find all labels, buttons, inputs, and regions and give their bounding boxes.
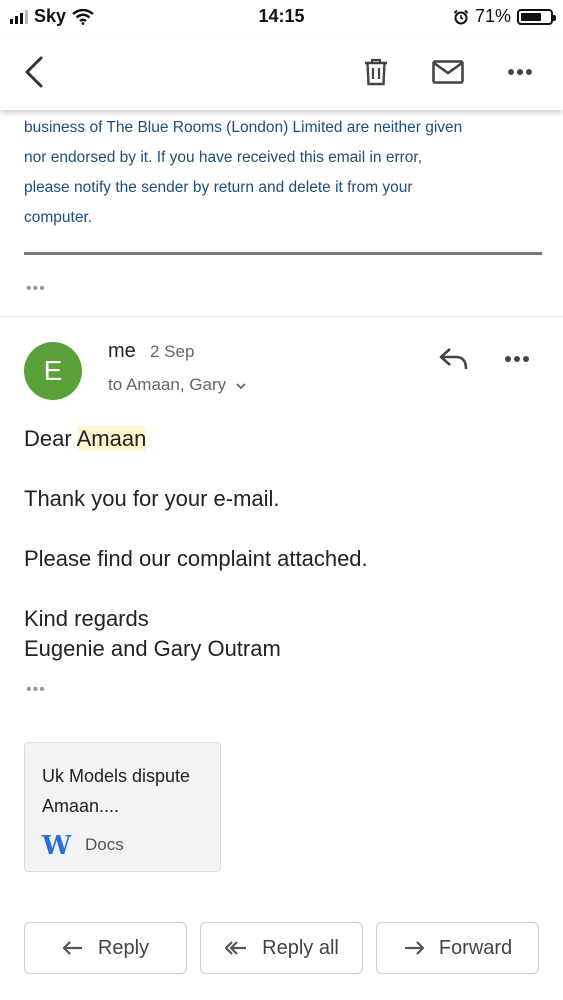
delete-button[interactable] bbox=[356, 52, 396, 92]
reply-icon bbox=[62, 941, 82, 955]
greeting-prefix: Dear bbox=[24, 426, 77, 451]
message-more-button[interactable] bbox=[504, 345, 540, 373]
reply-all-icon bbox=[225, 941, 247, 955]
battery-icon bbox=[517, 8, 556, 25]
message-separator bbox=[0, 316, 563, 317]
forward-action-button[interactable]: Forward bbox=[376, 922, 539, 974]
message-date: 2 Sep bbox=[150, 342, 195, 361]
back-button[interactable] bbox=[14, 52, 54, 92]
signature: Eugenie and Gary Outram bbox=[24, 636, 281, 661]
avatar: E bbox=[24, 342, 82, 400]
show-trimmed-content-button[interactable]: ••• bbox=[26, 280, 46, 298]
more-icon bbox=[505, 356, 529, 362]
recipients-toggle[interactable]: to Amaan, Gary bbox=[108, 375, 247, 395]
disclaimer-line: please notify the sender by return and d… bbox=[24, 179, 413, 196]
reply-icon bbox=[439, 348, 468, 370]
highlighted-name: Amaan bbox=[76, 426, 147, 451]
more-options-button[interactable] bbox=[500, 52, 540, 92]
attachment-name: Uk Models dispute Amaan.... bbox=[42, 766, 191, 816]
mark-unread-button[interactable] bbox=[428, 52, 468, 92]
top-toolbar bbox=[0, 34, 563, 110]
chevron-down-icon bbox=[236, 383, 246, 390]
status-bar: Sky 14:15 71% bbox=[0, 0, 563, 34]
sender-name: me bbox=[108, 340, 136, 362]
recipients-text: to Amaan, Gary bbox=[108, 375, 227, 394]
back-icon bbox=[25, 56, 43, 88]
reply-all-label: Reply all bbox=[262, 936, 339, 959]
attachment-card[interactable]: Uk Models dispute Amaan.... W Docs bbox=[24, 742, 221, 872]
alarm-icon bbox=[453, 9, 469, 24]
word-doc-icon: W bbox=[42, 831, 72, 861]
show-trimmed-content-button[interactable]: ••• bbox=[26, 681, 46, 699]
disclaimer-line: business of The Blue Rooms (London) Limi… bbox=[24, 119, 463, 136]
mail-icon bbox=[432, 60, 464, 84]
battery-percent: 71% bbox=[474, 6, 511, 26]
signoff: Kind regards bbox=[24, 606, 149, 631]
disclaimer-line: nor endorsed by it. If you have received… bbox=[24, 149, 423, 166]
reply-label: Reply bbox=[97, 936, 150, 959]
reply-action-button[interactable]: Reply bbox=[24, 922, 187, 974]
reply-all-action-button[interactable]: Reply all bbox=[200, 922, 363, 974]
forward-label: Forward bbox=[438, 936, 513, 959]
trash-icon bbox=[365, 58, 387, 86]
body-line-2: Please find our complaint attached. bbox=[24, 546, 368, 571]
greeting: Dear Amaan bbox=[24, 426, 147, 452]
disclaimer-line: computer. bbox=[24, 209, 93, 226]
forward-icon bbox=[404, 941, 424, 955]
body-line-1: Thank you for your e-mail. bbox=[24, 486, 280, 511]
reply-button[interactable] bbox=[438, 345, 474, 373]
quoted-disclaimer: business of The Blue Rooms (London) Limi… bbox=[24, 113, 534, 233]
divider bbox=[24, 252, 542, 255]
status-right: 71% bbox=[453, 6, 556, 27]
more-icon bbox=[508, 69, 532, 75]
attachment-type: Docs bbox=[85, 835, 124, 854]
